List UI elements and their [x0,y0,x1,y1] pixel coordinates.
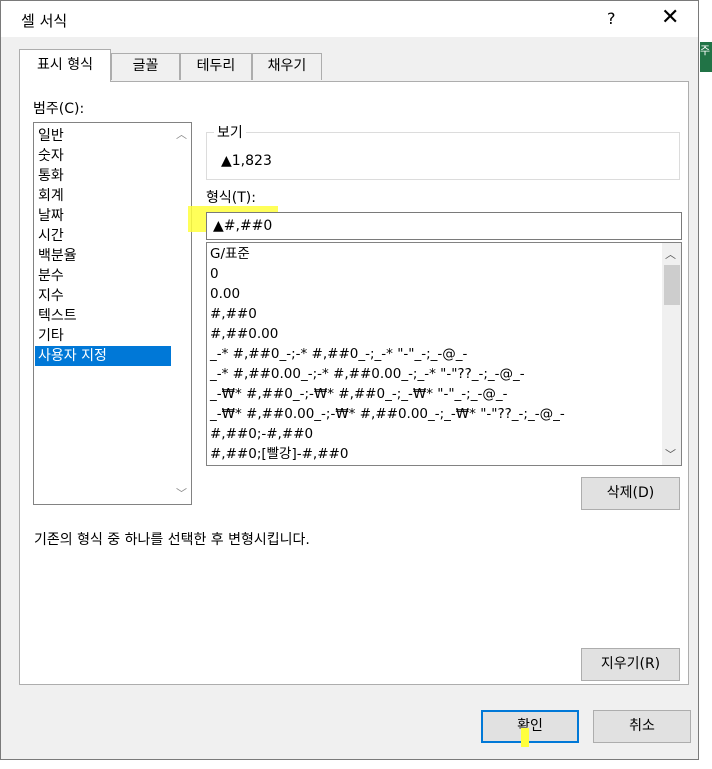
format-item[interactable]: _-* #,##0_-;-* #,##0_-;_-* "-"_-;_-@_- [210,344,467,364]
ribbon-strip: 주 [700,42,712,72]
format-cells-dialog: 셀 서식 ? ✕ 표시 형식 글꼴 테두리 채우기 범주(C): 일반 숫자 통… [0,0,699,760]
type-input[interactable]: ▲#,##0 [206,212,682,240]
category-item-selected[interactable]: 사용자 지정 [35,346,171,366]
scroll-up-icon[interactable]: ︿ [665,246,676,262]
format-item[interactable]: #,##0;-#,##0 [210,424,313,444]
title-bar: 셀 서식 ? ✕ [1,1,698,37]
sample-value: ▲1,823 [221,153,272,169]
sample-legend: 보기 [214,122,246,142]
format-item[interactable]: #,##0.00 [210,324,278,344]
scroll-thumb[interactable] [664,265,680,305]
cancel-button[interactable]: 취소 [593,710,691,743]
format-item[interactable]: #,##0;[빨강]-#,##0 [210,444,348,464]
category-item[interactable]: 백분율 [35,246,171,266]
tab-border[interactable]: 테두리 [180,53,252,80]
sample-group: ▲1,823 [206,132,680,180]
format-item[interactable]: #,##0 [210,304,257,324]
category-item[interactable]: 날짜 [35,206,171,226]
background-sheet-right: 주 [700,0,712,769]
scroll-up-icon[interactable]: ︿ [176,126,187,142]
format-item[interactable]: _-₩* #,##0_-;-₩* #,##0_-;_-₩* "-"_-;_-@_… [210,384,507,404]
category-list[interactable]: 일반 숫자 통화 회계 날짜 시간 백분율 분수 지수 텍스트 기타 사용자 지… [33,122,192,505]
category-item[interactable]: 숫자 [35,146,171,166]
format-item[interactable]: G/표준 [210,244,250,264]
format-item[interactable]: 0.00 [210,284,240,304]
help-button[interactable]: ? [607,9,616,28]
category-scrollbar[interactable]: ︿ ﹀ [173,123,191,504]
category-item[interactable]: 지수 [35,286,171,306]
category-item[interactable]: 통화 [35,166,171,186]
scroll-down-icon[interactable]: ﹀ [176,485,187,501]
category-item[interactable]: 분수 [35,266,171,286]
tab-font[interactable]: 글꼴 [111,53,180,80]
format-scrollbar[interactable]: ︿ ﹀ [662,243,681,465]
format-item[interactable]: _-* #,##0.00_-;-* #,##0.00_-;_-* "-"??_-… [210,364,525,384]
type-label: 형식(T): [206,190,256,206]
ok-button[interactable]: 확인 [481,710,579,743]
category-item[interactable]: 기타 [35,326,171,346]
dialog-title: 셀 서식 [21,12,68,30]
description-text: 기존의 형식 중 하나를 선택한 후 변형시킵니다. [34,532,310,548]
delete-button[interactable]: 삭제(D) [581,477,680,510]
category-label: 범주(C): [33,101,85,117]
scroll-down-icon[interactable]: ﹀ [665,446,676,462]
category-item[interactable]: 회계 [35,186,171,206]
number-format-panel: 범주(C): 일반 숫자 통화 회계 날짜 시간 백분율 분수 지수 텍스트 기… [19,81,689,685]
format-item[interactable]: _-₩* #,##0.00_-;-₩* #,##0.00_-;_-₩* "-"?… [210,404,565,424]
clear-button[interactable]: 지우기(R) [581,648,680,681]
close-icon[interactable]: ✕ [661,5,679,30]
category-item[interactable]: 일반 [35,126,171,146]
type-input-value: ▲#,##0 [213,218,273,234]
category-item[interactable]: 시간 [35,226,171,246]
highlight-mark [521,728,529,747]
format-list[interactable]: G/표준 0 0.00 #,##0 #,##0.00 _-* #,##0_-;-… [206,242,682,466]
tab-fill[interactable]: 채우기 [252,53,322,80]
format-item[interactable]: 0 [210,264,219,284]
category-item[interactable]: 텍스트 [35,306,171,326]
tab-number[interactable]: 표시 형식 [19,49,111,82]
